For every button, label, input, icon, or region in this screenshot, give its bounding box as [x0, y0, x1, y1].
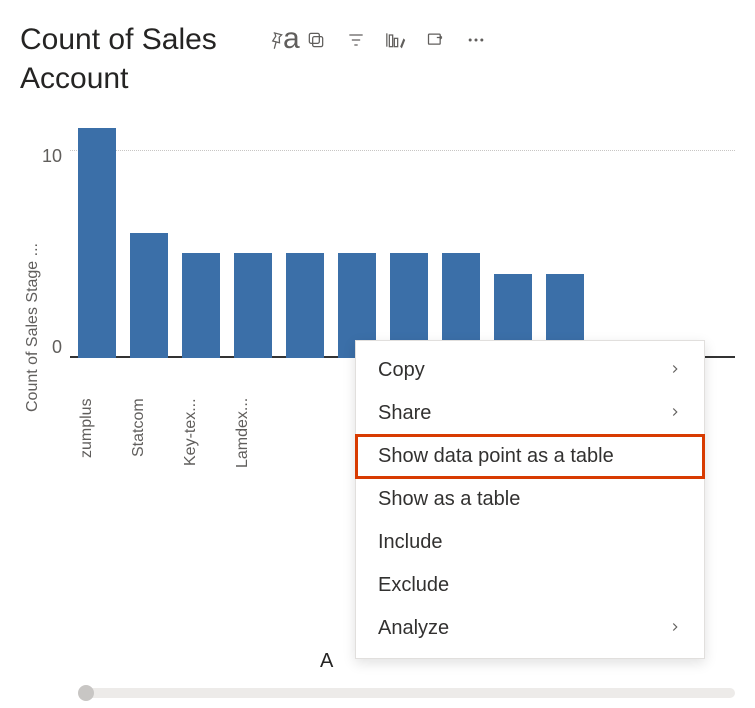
- bar[interactable]: [286, 253, 324, 358]
- bar[interactable]: [234, 253, 272, 358]
- personalize-icon[interactable]: [384, 28, 408, 52]
- bar[interactable]: [78, 128, 116, 358]
- copy-icon[interactable]: [304, 28, 328, 52]
- menu-item-exclude[interactable]: Exclude: [356, 564, 704, 607]
- menu-item-show-as-a-table[interactable]: Show as a table: [356, 478, 704, 521]
- menu-item-label: Include: [378, 531, 443, 554]
- menu-item-show-data-point-as-a-table[interactable]: Show data point as a table: [356, 435, 704, 478]
- menu-item-copy[interactable]: Copy: [356, 349, 704, 392]
- x-tick-label: Lamdex...: [234, 398, 272, 488]
- menu-item-share[interactable]: Share: [356, 392, 704, 435]
- x-tick-label: zumplus: [78, 398, 116, 488]
- menu-item-label: Share: [378, 402, 431, 425]
- menu-item-label: Analyze: [378, 617, 449, 640]
- bar[interactable]: [130, 233, 168, 358]
- context-menu: Copy Share Show data point as a table Show …: [355, 340, 705, 659]
- horizontal-scrollbar[interactable]: [80, 688, 735, 698]
- menu-item-label: Show as a table: [378, 488, 520, 511]
- x-axis-title: A: [320, 650, 333, 673]
- y-axis-label: Count of Sales Stage ...: [20, 128, 42, 528]
- menu-item-label: Copy: [378, 359, 425, 382]
- more-options-icon[interactable]: [464, 28, 488, 52]
- y-axis-ticks: 10 0: [42, 128, 70, 358]
- bar[interactable]: [182, 253, 220, 358]
- x-tick-label: [286, 398, 324, 488]
- chart-toolbar: [264, 28, 488, 52]
- scrollbar-thumb[interactable]: [78, 685, 94, 701]
- filter-icon[interactable]: [344, 28, 368, 52]
- bars-group: [70, 128, 735, 358]
- focus-mode-icon[interactable]: [424, 28, 448, 52]
- chevron-right-icon: [668, 359, 682, 382]
- menu-item-label: Exclude: [378, 574, 449, 597]
- chevron-right-icon: [668, 402, 682, 425]
- y-tick: 0: [52, 337, 62, 358]
- menu-item-analyze[interactable]: Analyze: [356, 607, 704, 650]
- menu-item-include[interactable]: Include: [356, 521, 704, 564]
- x-tick-label: Statcom: [130, 398, 168, 488]
- y-tick: 10: [42, 146, 62, 167]
- chevron-right-icon: [668, 617, 682, 640]
- x-tick-label: Key-tex...: [182, 398, 220, 488]
- pin-icon[interactable]: [264, 28, 288, 52]
- chart-title: Count of Sales Account: [20, 20, 280, 98]
- menu-item-label: Show data point as a table: [378, 445, 614, 468]
- chart-header: Count of Sales Account a: [20, 20, 735, 98]
